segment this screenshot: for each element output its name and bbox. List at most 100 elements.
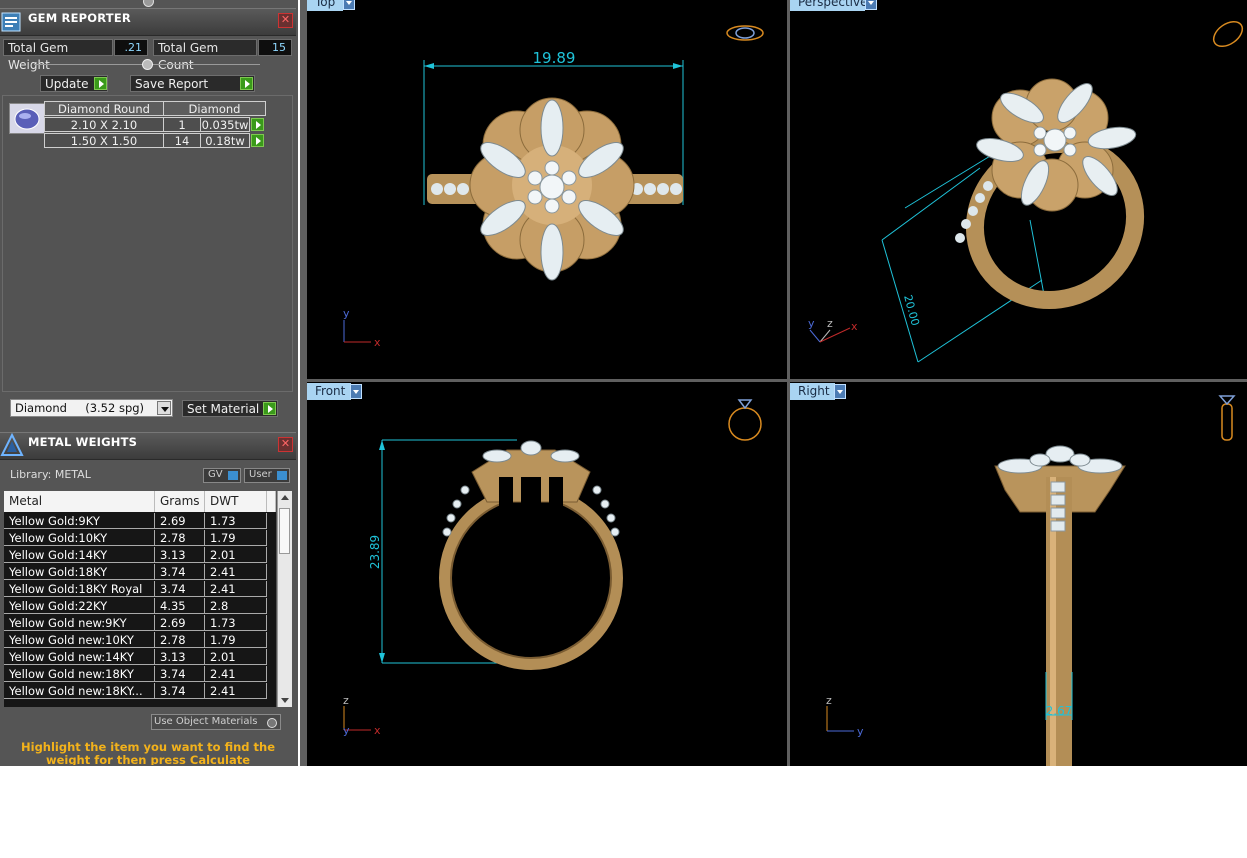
- metal-cell: Yellow Gold:14KY: [4, 547, 155, 563]
- gem-row-size[interactable]: 1.50 X 1.50: [44, 133, 164, 148]
- table-row[interactable]: Yellow Gold new:18KY 3.74 2.41: [4, 666, 276, 683]
- use-object-materials-label: Use Object Materials: [154, 716, 258, 727]
- axis-x-label: x: [851, 320, 858, 333]
- table-row[interactable]: Yellow Gold:22KY 4.35 2.8: [4, 598, 276, 615]
- metal-cell: Yellow Gold new:9KY: [4, 615, 155, 631]
- metal-cell: Yellow Gold:18KY: [4, 564, 155, 580]
- column-header-grams[interactable]: Grams: [155, 491, 205, 512]
- table-row-partial[interactable]: [4, 700, 276, 707]
- ring-perspective-render: 20.00 y z x: [808, 20, 1244, 363]
- table-row[interactable]: Yellow Gold new:9KY 2.69 1.73: [4, 615, 276, 632]
- close-icon[interactable]: ✕: [278, 13, 293, 28]
- gem-row-go-icon[interactable]: [251, 134, 264, 147]
- table-row[interactable]: Yellow Gold:14KY 3.13 2.01: [4, 547, 276, 564]
- dwt-cell: 1.79: [205, 632, 267, 648]
- axis-indicator: [343, 320, 371, 343]
- hint-text: Highlight the item you want to find the …: [21, 741, 275, 765]
- user-toggle[interactable]: User: [244, 468, 290, 483]
- gem-row-count[interactable]: 14: [163, 133, 201, 148]
- gem-header-shape: Diamond Round: [44, 101, 164, 116]
- right-dimension: 2.67: [1046, 704, 1073, 718]
- update-go-icon[interactable]: [94, 77, 107, 90]
- table-row[interactable]: Yellow Gold:10KY 2.78 1.79: [4, 530, 276, 547]
- total-gem-count-label: Total Gem Count: [153, 39, 257, 72]
- axis-y-label: y: [808, 317, 815, 330]
- axis-y-label: y: [857, 725, 864, 738]
- panel-splitter[interactable]: [0, 0, 296, 7]
- grams-cell: 2.78: [155, 632, 205, 648]
- perspective-view-icon: [1212, 20, 1244, 48]
- top-dimension: 19.89: [533, 49, 576, 67]
- metal-cell: Yellow Gold:22KY: [4, 598, 155, 614]
- material-select[interactable]: Diamond (3.52 spg): [10, 399, 173, 417]
- section-divider[interactable]: [34, 59, 260, 70]
- scroll-down-icon[interactable]: [281, 698, 289, 703]
- viewport-top[interactable]: Top 19.89 y x: [307, 0, 787, 379]
- gem-list: Diamond Round Diamond 2.10 X 2.10 1 0.03…: [2, 95, 293, 392]
- gem-row-count[interactable]: 1: [163, 117, 201, 132]
- metal-cell: Yellow Gold:18KY Royal: [4, 581, 155, 597]
- use-object-materials-checkbox[interactable]: Use Object Materials: [151, 714, 281, 730]
- grams-cell: 3.74: [155, 683, 205, 699]
- toggle-icon: [228, 471, 238, 480]
- metal-weights-titlebar: METAL WEIGHTS ✕: [0, 432, 296, 460]
- column-header-metal[interactable]: Metal: [4, 491, 155, 512]
- viewport-front[interactable]: Front 23.89 z x y: [307, 382, 787, 766]
- table-row[interactable]: Yellow Gold:9KY 2.69 1.73: [4, 513, 276, 530]
- gv-toggle[interactable]: GV: [203, 468, 241, 483]
- save-report-button[interactable]: Save Report: [130, 75, 255, 92]
- metal-cell: Yellow Gold new:10KY: [4, 632, 155, 648]
- save-report-go-icon[interactable]: [240, 77, 253, 90]
- dwt-cell: 2.8: [205, 598, 267, 614]
- dwt-cell: 1.73: [205, 615, 267, 631]
- total-gem-weight-value: .21: [114, 39, 148, 56]
- metal-cell: Yellow Gold:9KY: [4, 513, 155, 529]
- axis-x-label: x: [374, 336, 381, 349]
- table-row[interactable]: Yellow Gold new:14KY 3.13 2.01: [4, 649, 276, 666]
- total-gem-count-value: 15: [258, 39, 292, 56]
- close-icon[interactable]: ✕: [278, 437, 293, 452]
- viewport-right[interactable]: Right 2.67 z y: [790, 382, 1247, 766]
- library-label: Library: METAL: [10, 468, 91, 481]
- column-header-dwt[interactable]: DWT: [205, 491, 267, 512]
- table-row[interactable]: Yellow Gold new:18KY... 3.74 2.41: [4, 683, 276, 700]
- chevron-down-icon[interactable]: [157, 401, 171, 415]
- grams-cell: 2.69: [155, 513, 205, 529]
- metal-cell: Yellow Gold new:18KY...: [4, 683, 155, 699]
- scroll-up-icon[interactable]: [281, 495, 289, 500]
- dwt-cell: 2.41: [205, 666, 267, 682]
- gem-reporter-title: GEM REPORTER: [28, 11, 131, 25]
- diamond-thumbnail-icon[interactable]: [9, 103, 45, 134]
- dwt-cell: 2.41: [205, 581, 267, 597]
- top-view-icon: [726, 25, 764, 41]
- front-view-icon: [728, 399, 762, 441]
- left-panel: GEM REPORTER ✕ Total Gem Weight .21 Tota…: [0, 0, 298, 766]
- table-row[interactable]: Yellow Gold:18KY 3.74 2.41: [4, 564, 276, 581]
- viewport-perspective[interactable]: Perspective 20.00 y z x: [790, 0, 1247, 379]
- grams-cell: 3.74: [155, 581, 205, 597]
- table-row[interactable]: Yellow Gold new:10KY 2.78 1.79: [4, 632, 276, 649]
- metal-cell: Yellow Gold new:18KY: [4, 666, 155, 682]
- axis-z-label: z: [343, 694, 349, 707]
- gem-row-go-icon[interactable]: [251, 118, 264, 131]
- column-header-blank: [267, 491, 276, 512]
- axis-x-label: x: [374, 724, 381, 737]
- ring-top-render: 19.89 y x: [343, 25, 764, 349]
- gem-header-material: Diamond: [163, 101, 266, 116]
- grams-cell: 4.35: [155, 598, 205, 614]
- dwt-cell: 1.79: [205, 530, 267, 546]
- gem-row-weight[interactable]: 0.18tw: [200, 133, 250, 148]
- gem-row-size[interactable]: 2.10 X 2.10: [44, 117, 164, 132]
- set-material-go-icon[interactable]: [263, 402, 276, 415]
- dwt-cell: 2.41: [205, 564, 267, 580]
- scroll-thumb[interactable]: [279, 508, 290, 554]
- vertical-scrollbar[interactable]: [277, 491, 292, 707]
- dwt-cell: 2.01: [205, 547, 267, 563]
- table-row[interactable]: Yellow Gold:18KY Royal 3.74 2.41: [4, 581, 276, 598]
- dwt-cell: 2.41: [205, 683, 267, 699]
- grams-cell: 3.13: [155, 547, 205, 563]
- total-gem-weight-label: Total Gem Weight: [3, 39, 113, 72]
- gem-report-icon: [0, 9, 24, 33]
- material-select-value: Diamond (3.52 spg): [15, 401, 145, 415]
- gem-row-weight[interactable]: 0.035tw: [200, 117, 250, 132]
